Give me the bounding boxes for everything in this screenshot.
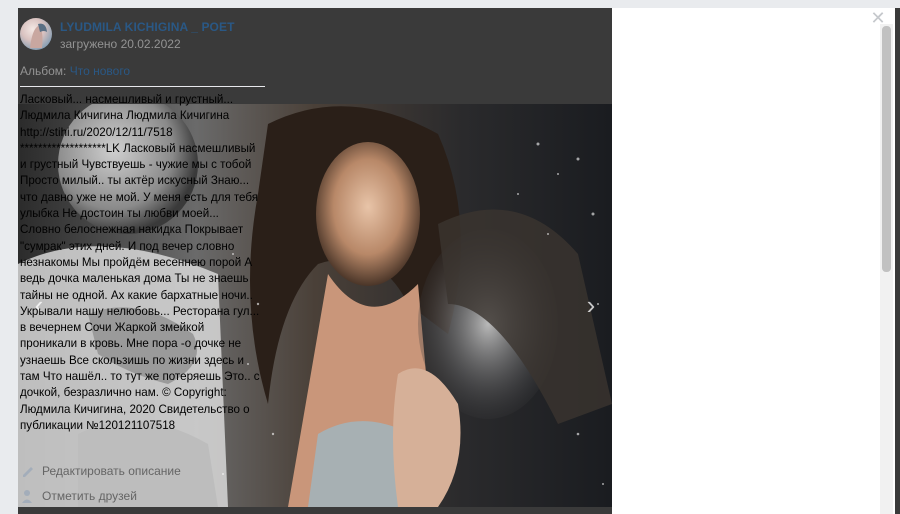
tag-friends-button[interactable]: Отметить друзей: [20, 488, 137, 504]
author-header: LYUDMILA KICHIGINA _ POET загружено 20.0…: [20, 18, 260, 58]
divider: [20, 86, 265, 87]
description-line: Ласковый... насмешливый и грустный...: [20, 93, 234, 106]
page-background-left: [0, 0, 18, 514]
description-body: *******************LK Ласковый насмешлив…: [20, 141, 260, 432]
pencil-icon: [20, 463, 36, 479]
photo-info-panel: [612, 8, 895, 514]
description-link[interactable]: http://stihi.ru/2020/12/11/7518: [20, 125, 260, 141]
person-tag-icon: [20, 488, 36, 504]
avatar[interactable]: [20, 18, 52, 50]
edit-description-label: Редактировать описание: [42, 464, 181, 478]
upload-date: загружено 20.02.2022: [60, 37, 181, 51]
page-background-top: [0, 0, 900, 8]
edit-description-button[interactable]: Редактировать описание: [20, 463, 181, 479]
album-link[interactable]: Что нового: [70, 64, 130, 78]
scrollbar-thumb[interactable]: [882, 26, 891, 272]
photo-description: Ласковый... насмешливый и грустный... Лю…: [20, 92, 260, 434]
description-line: Людмила Кичигина Людмила Кичигина: [20, 109, 230, 123]
album-label: Альбом:: [20, 64, 67, 78]
author-name-link[interactable]: LYUDMILA KICHIGINA _ POET: [60, 20, 235, 34]
tag-friends-label: Отметить друзей: [42, 489, 137, 503]
album-info: Альбом: Что нового: [20, 64, 130, 78]
chevron-right-icon[interactable]: ›: [580, 288, 602, 322]
